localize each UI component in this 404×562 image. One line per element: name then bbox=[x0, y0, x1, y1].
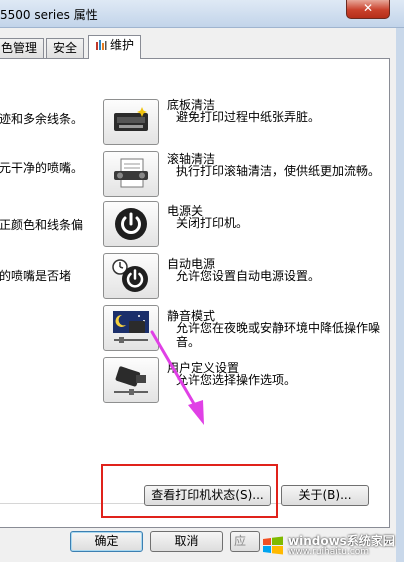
maintenance-tools-icon bbox=[96, 40, 107, 50]
bottom-plate-cleaning-button[interactable] bbox=[103, 99, 159, 145]
quiet-mode-icon bbox=[113, 311, 149, 343]
tab-color-management[interactable]: 色管理 bbox=[0, 38, 45, 58]
close-icon: ✕ bbox=[362, 1, 374, 15]
button-label: 取消 bbox=[174, 534, 199, 548]
maintenance-panel: 迹和多余线条。 元干净的喷嘴。 正颜色和线条偏 的喷嘴是否堵 底板清洁 避免打印… bbox=[0, 58, 390, 528]
bottom-plate-cleaning-icon bbox=[114, 107, 148, 131]
partial-description: 的喷嘴是否堵 bbox=[0, 269, 72, 283]
roller-cleaning-icon bbox=[114, 158, 148, 188]
power-off-icon bbox=[115, 208, 147, 240]
item-description: 允许您选择操作选项。 bbox=[176, 373, 297, 387]
partial-description: 正颜色和线条偏 bbox=[0, 218, 84, 232]
close-button[interactable]: ✕ bbox=[346, 0, 390, 19]
apply-button[interactable]: 应 bbox=[230, 531, 260, 552]
window-title: 5500 series 属性 bbox=[0, 8, 98, 22]
watermark: windows系统家园 www.ruihaitu.com bbox=[258, 530, 404, 562]
item-description: 避免打印过程中纸张弄脏。 bbox=[176, 110, 321, 124]
cancel-button[interactable]: 取消 bbox=[150, 531, 223, 552]
window-frame-right bbox=[396, 28, 404, 562]
item-description: 执行打印滚轴清洁，使供纸更加流畅。 bbox=[176, 164, 381, 178]
item-description: 关闭打印机。 bbox=[176, 216, 249, 230]
auto-power-button[interactable] bbox=[103, 253, 159, 299]
custom-settings-icon bbox=[114, 366, 148, 395]
printer-properties-dialog: 色管理 安全 维护 迹和多余线条。 元干净的喷嘴。 正颜色和线条偏 的喷嘴是否堵… bbox=[0, 28, 396, 562]
roller-cleaning-button[interactable] bbox=[103, 151, 159, 197]
item-description: 允许您设置自动电源设置。 bbox=[176, 269, 321, 283]
about-button[interactable]: 关于(B)... bbox=[281, 485, 369, 506]
auto-power-icon bbox=[112, 259, 148, 292]
tab-label: 色管理 bbox=[1, 41, 38, 55]
watermark-site: www.ruihaitu.com bbox=[288, 547, 370, 557]
tab-maintenance[interactable]: 维护 bbox=[88, 35, 142, 59]
tab-security[interactable]: 安全 bbox=[46, 38, 85, 58]
quiet-mode-button[interactable] bbox=[103, 305, 159, 351]
button-label: 确定 bbox=[94, 534, 119, 548]
ok-button[interactable]: 确定 bbox=[70, 531, 143, 552]
windows-logo-icon bbox=[263, 536, 283, 555]
title-bar: 5500 series 属性 ✕ bbox=[0, 0, 404, 28]
tab-label: 维护 bbox=[110, 38, 135, 52]
partial-description: 元干净的喷嘴。 bbox=[0, 161, 84, 175]
partial-description: 迹和多余线条。 bbox=[0, 112, 84, 126]
custom-settings-button[interactable] bbox=[103, 357, 159, 403]
highlight-box bbox=[101, 464, 278, 518]
tab-label: 安全 bbox=[53, 41, 78, 55]
button-label: 应 bbox=[234, 534, 247, 548]
item-description: 允许您在夜晚或安静环境中降低操作噪音。 bbox=[176, 321, 381, 349]
power-off-button[interactable] bbox=[103, 201, 159, 247]
button-label: 关于(B)... bbox=[298, 488, 352, 502]
